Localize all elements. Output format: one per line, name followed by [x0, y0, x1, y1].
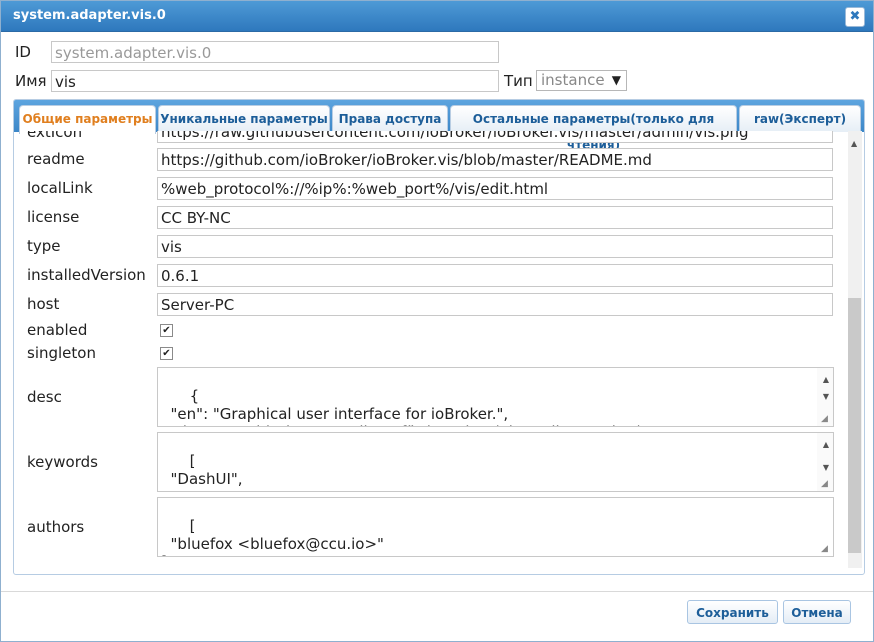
tab-unique[interactable]: Уникальные параметры [158, 105, 330, 132]
resize-grip-icon[interactable]: ◢ [821, 544, 831, 554]
field-label-singleton: singleton [27, 344, 96, 362]
cancel-button[interactable]: Отмена [783, 600, 851, 624]
save-button[interactable]: Сохранить [687, 600, 778, 624]
check-icon: ✔ [162, 348, 171, 359]
keywords-text: [ "DashUI", "GUI", [170, 452, 243, 491]
exticon-field[interactable]: https://raw.githubusercontent.com/ioBrok… [157, 131, 833, 143]
close-icon[interactable]: ✖ [845, 7, 865, 27]
field-label-readme: readme [27, 150, 85, 168]
type-label: Тип [504, 72, 533, 90]
tab-permissions[interactable]: Права доступа [332, 105, 448, 132]
field-label-keywords: keywords [27, 453, 98, 471]
field-label-desc: desc [27, 388, 62, 406]
id-label: ID [15, 43, 31, 61]
readme-field[interactable]: https://github.com/ioBroker/ioBroker.vis… [157, 148, 833, 171]
form-content: extIcon https://raw.githubusercontent.co… [14, 131, 847, 570]
scroll-down-icon[interactable]: ▼ [823, 388, 829, 406]
tab-raw[interactable]: raw(Эксперт) [739, 105, 861, 132]
tab-general[interactable]: Общие параметры [19, 105, 156, 134]
chevron-down-icon: ▼ [611, 73, 621, 87]
type-select[interactable]: instance ▼ [536, 70, 627, 91]
id-field[interactable]: system.adapter.vis.0 [51, 41, 499, 63]
field-label-enabled: enabled [27, 321, 88, 339]
keywords-textarea[interactable]: [ "DashUI", "GUI", ▲ ▼ ◢ [157, 432, 834, 492]
field-label-installedversion: installedVersion [27, 266, 146, 284]
field-label-host: host [27, 295, 60, 313]
authors-textarea[interactable]: [ "bluefox <bluefox@ccu.io>" ] ◢ [157, 497, 834, 557]
type-field[interactable]: vis [157, 235, 833, 258]
tab-readonly[interactable]: Остальные параметры(только для чтения) [450, 105, 737, 152]
locallink-field[interactable]: %web_protocol%://%ip%:%web_port%/vis/edi… [157, 177, 833, 200]
field-label-type: type [27, 237, 61, 255]
field-label-exticon: extIcon [27, 131, 83, 141]
enabled-checkbox[interactable]: ✔ [160, 324, 173, 337]
tab-strip: Общие параметры Уникальные параметры Пра… [14, 100, 864, 152]
name-label: Имя [15, 72, 47, 90]
titlebar[interactable]: system.adapter.vis.0 ✖ [1, 1, 873, 32]
license-field[interactable]: CC BY-NC [157, 206, 833, 229]
field-label-authors: authors [27, 518, 85, 536]
resize-grip-icon[interactable]: ◢ [821, 414, 831, 424]
check-icon: ✔ [162, 325, 171, 336]
dialog-title: system.adapter.vis.0 [13, 8, 166, 23]
scrollbar-thumb[interactable] [848, 298, 861, 553]
installedversion-field[interactable]: 0.6.1 [157, 264, 833, 287]
name-field[interactable]: vis [51, 70, 499, 92]
resize-grip-icon[interactable]: ◢ [821, 479, 831, 489]
singleton-checkbox[interactable]: ✔ [160, 347, 173, 360]
dialog: system.adapter.vis.0 ✖ ID system.adapter… [0, 0, 874, 642]
field-label-license: license [27, 208, 80, 226]
desc-textarea[interactable]: { "en": "Graphical user interface for io… [157, 367, 834, 427]
field-label-locallink: localLink [27, 179, 93, 197]
desc-text: { "en": "Graphical user interface for io… [170, 387, 655, 426]
host-field[interactable]: Server-PC [157, 293, 833, 316]
scroll-up-icon[interactable]: ▲ [851, 139, 857, 148]
authors-text: [ "bluefox <bluefox@ccu.io>" ] [161, 517, 384, 556]
scroll-up-icon[interactable]: ▲ [823, 371, 829, 389]
type-select-value: instance [541, 71, 605, 89]
footer-divider [1, 591, 873, 592]
scroll-down-icon[interactable]: ▼ [823, 459, 829, 477]
scroll-up-icon[interactable]: ▲ [823, 436, 829, 454]
